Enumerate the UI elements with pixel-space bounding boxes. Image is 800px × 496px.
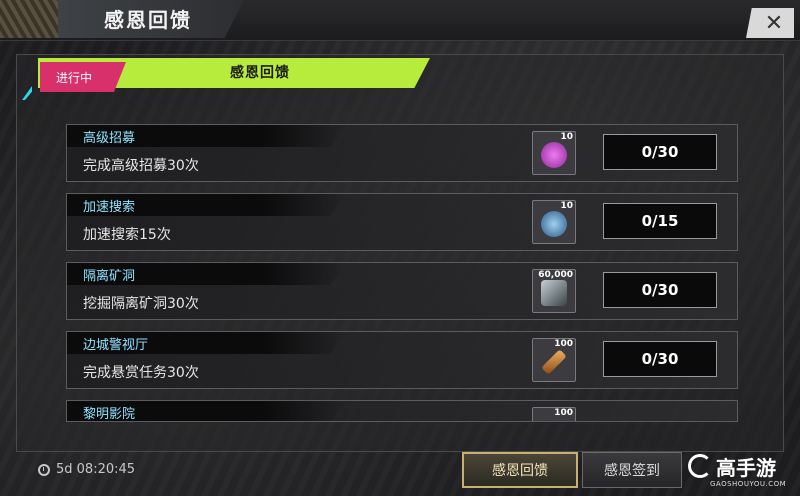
reward-item[interactable]: 10 — [532, 200, 576, 244]
tab-feedback[interactable]: 感恩回馈 — [462, 452, 578, 488]
close-button[interactable]: ✕ — [746, 8, 794, 38]
task-row: 边城警视厅 完成悬赏任务30次 100 0/30 — [66, 331, 738, 389]
task-progress: 0/30 — [603, 134, 717, 170]
top-bar: 感恩回馈 ✕ — [0, 0, 800, 41]
title-decoration — [0, 0, 58, 38]
task-title: 黎明影院 — [83, 407, 136, 422]
reward-quantity: 100 — [554, 339, 573, 349]
reward-quantity: 60,000 — [538, 270, 573, 280]
task-progress: 0/15 — [603, 203, 717, 239]
reward-item[interactable]: 10 — [532, 131, 576, 175]
reward-item[interactable]: 100 — [532, 407, 576, 421]
clock-icon — [38, 463, 50, 476]
banner-title: 感恩回馈 — [230, 65, 290, 81]
crystal-icon — [541, 280, 567, 306]
reward-item[interactable]: 100 — [532, 338, 576, 382]
task-title: 隔离矿洞 — [83, 269, 136, 284]
brand-name: 高手游 — [716, 456, 776, 480]
timer-text: 5d 08:20:45 — [56, 462, 136, 477]
reward-quantity: 10 — [560, 201, 573, 211]
task-row: 加速搜索 加速搜索15次 10 0/15 — [66, 193, 738, 251]
reward-quantity: 100 — [554, 408, 573, 418]
tab-signin[interactable]: 感恩签到 — [582, 452, 682, 488]
task-progress: 0/30 — [603, 341, 717, 377]
brand-logo-icon — [688, 454, 712, 478]
reward-quantity: 10 — [560, 132, 573, 142]
task-row: 高级招募 完成高级招募30次 10 0/30 — [66, 124, 738, 182]
task-description: 加速搜索15次 — [83, 227, 171, 243]
task-title: 加速搜索 — [83, 200, 136, 215]
close-icon: ✕ — [764, 10, 784, 36]
task-row: 隔离矿洞 挖掘隔离矿洞30次 60,000 0/30 — [66, 262, 738, 320]
task-progress: 0/30 — [603, 272, 717, 308]
task-title: 高级招募 — [83, 131, 136, 146]
watermark: 高手游 GAOSHOUYOU.COM — [688, 452, 796, 492]
brand-site: GAOSHOUYOU.COM — [710, 480, 787, 488]
task-panel — [16, 54, 784, 452]
status-label: 进行中 — [56, 71, 93, 85]
task-title: 边城警视厅 — [83, 338, 149, 353]
task-description: 完成高级招募30次 — [83, 158, 199, 174]
reward-item[interactable]: 60,000 — [532, 269, 576, 313]
purple-coin-icon — [541, 142, 567, 168]
blue-coin-icon — [541, 211, 567, 237]
event-timer: 5d 08:20:45 — [38, 462, 135, 477]
page-title: 感恩回馈 — [104, 8, 192, 32]
task-description: 完成悬赏任务30次 — [83, 365, 199, 381]
task-description: 挖掘隔离矿洞30次 — [83, 296, 199, 312]
drill-icon — [541, 349, 567, 375]
task-row: 黎明影院 100 — [66, 400, 738, 422]
